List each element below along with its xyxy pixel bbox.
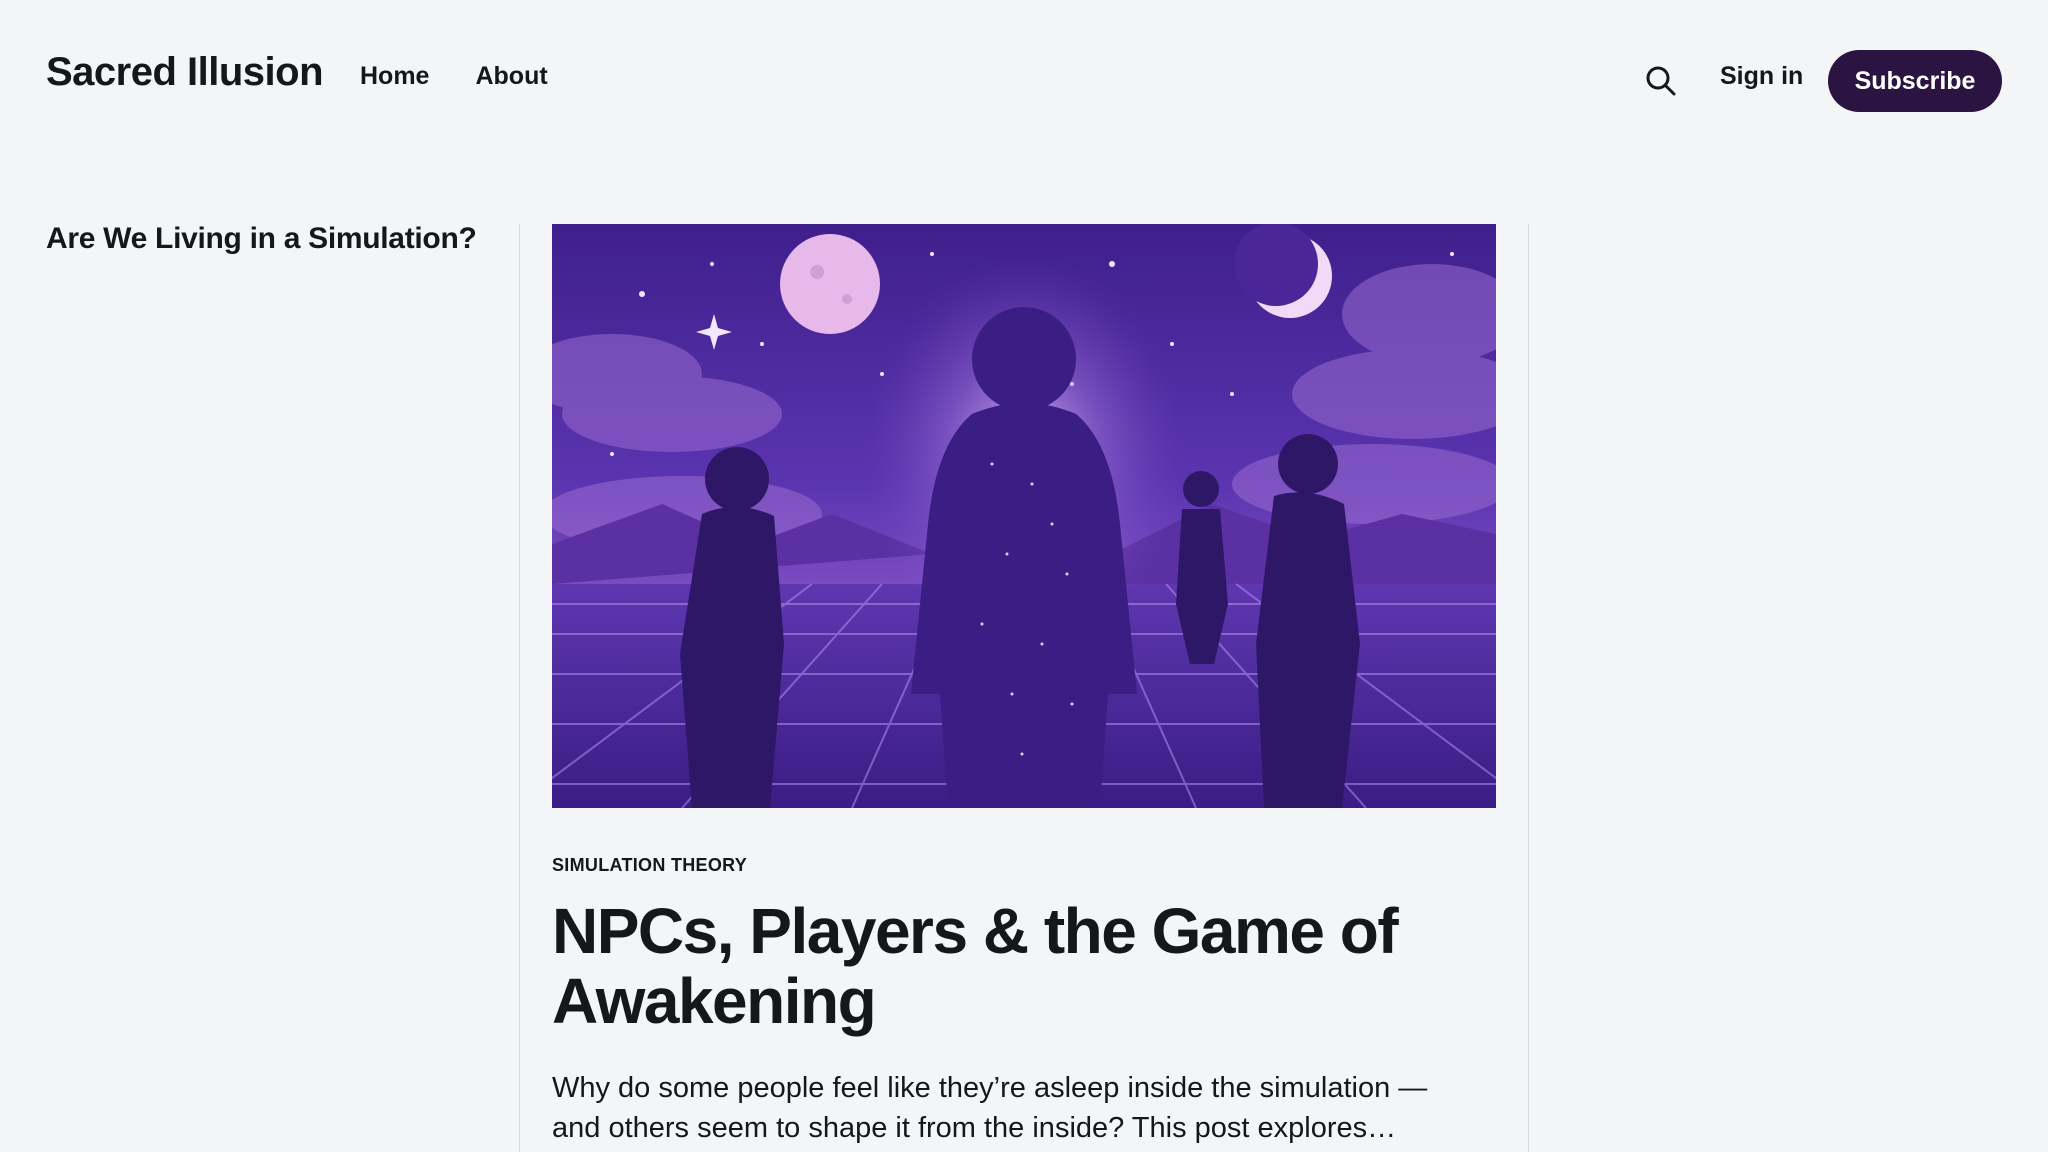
site-header: Sacred Illusion Home About Sign in Subsc… [0,0,2048,160]
nav-about-link[interactable]: About [475,62,547,91]
site-logo[interactable]: Sacred Illusion [46,50,324,95]
main-nav: Home About [360,62,548,91]
search-icon [1646,66,1676,96]
sidebar-title[interactable]: Are We Living in a Simulation? [46,222,477,256]
column-divider-left [519,224,520,1152]
post-hero-image[interactable] [552,224,1496,808]
post-tag[interactable]: SIMULATION THEORY [552,855,747,876]
nav-home-link[interactable]: Home [360,62,429,91]
column-divider-right [1528,224,1529,1152]
post-excerpt: Why do some people feel like they’re asl… [552,1072,1428,1144]
post-title[interactable]: NPCs, Players & the Game of Awakening [552,896,1412,1036]
sign-in-link[interactable]: Sign in [1720,62,1803,91]
subscribe-button[interactable]: Subscribe [1828,50,2002,112]
search-button[interactable] [1644,64,1678,98]
